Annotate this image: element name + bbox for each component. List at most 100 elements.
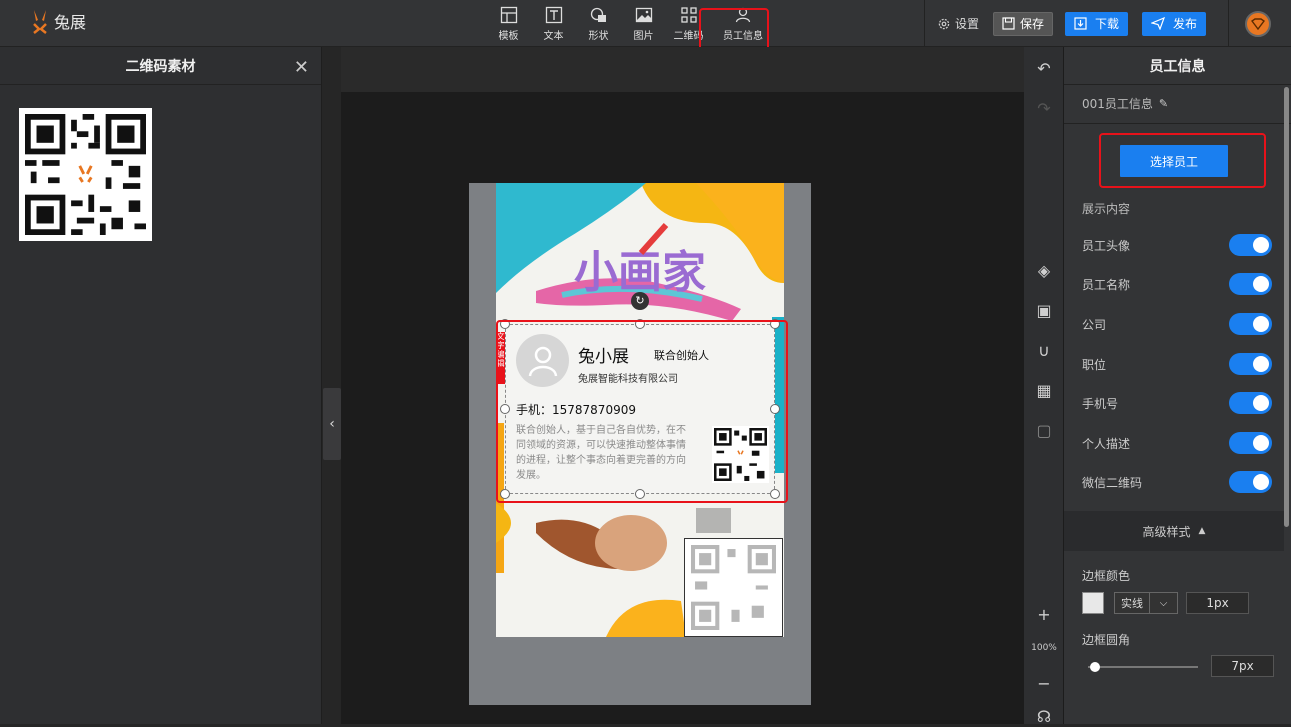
toggle-switch[interactable]: [1229, 273, 1272, 295]
qrcode-material-item[interactable]: [19, 108, 152, 241]
save-button[interactable]: 保存: [992, 11, 1053, 36]
toggle-label: 职位: [1082, 357, 1107, 372]
rotate-handle[interactable]: ↻: [631, 292, 649, 310]
toggle-switch[interactable]: [1229, 313, 1272, 335]
employee-info-panel: 员工信息 001员工信息 ✎ 选择员工 展示内容 员工头像 员工名称 公司 职位…: [1064, 47, 1291, 724]
zoom-out-icon[interactable]: −: [1034, 674, 1054, 694]
toggle-label: 个人描述: [1082, 436, 1131, 451]
section-label: 展示内容: [1082, 202, 1131, 216]
tool-shape[interactable]: 形状: [576, 4, 621, 42]
divider: [923, 0, 925, 47]
tool-image[interactable]: 图片: [621, 4, 666, 42]
chevron-left-icon: ‹: [329, 416, 335, 432]
save-label: 保存: [1019, 17, 1044, 31]
tool-label: 形状: [588, 31, 609, 42]
radius-slider-track[interactable]: [1088, 666, 1198, 668]
pencil-icon[interactable]: ✎: [1159, 97, 1168, 110]
top-actions: 设置 保存 下载 发布: [923, 0, 1291, 47]
text-icon: [545, 6, 562, 24]
tool-template[interactable]: 模板: [486, 4, 531, 42]
border-radius-input[interactable]: 7px: [1211, 655, 1274, 677]
radius-slider-handle[interactable]: [1090, 662, 1100, 672]
user-avatar[interactable]: [1245, 10, 1271, 37]
collapse-panel-button[interactable]: ‹: [323, 388, 341, 460]
divider: [1064, 123, 1291, 124]
poster-qrcode[interactable]: [684, 538, 783, 637]
download-label: 下载: [1094, 17, 1119, 31]
zoom-in-icon[interactable]: +: [1034, 605, 1054, 625]
toggle-label: 公司: [1082, 317, 1107, 332]
panel-title: 员工信息: [1149, 58, 1206, 75]
gear-icon: [938, 18, 950, 29]
tool-text[interactable]: 文本: [531, 4, 576, 42]
highlight-select-button: [1099, 133, 1266, 188]
highlight-employee-card: [496, 320, 788, 503]
toggle-label: 手机号: [1082, 396, 1119, 411]
tool-label: 模板: [498, 31, 519, 42]
toggle-label: 微信二维码: [1082, 475, 1143, 490]
logo[interactable]: 兔展: [30, 8, 86, 34]
border-style-select[interactable]: 实线 ⌵: [1114, 592, 1178, 614]
divider: [1228, 0, 1229, 47]
download-button[interactable]: 下载: [1064, 11, 1128, 36]
tool-label: 文本: [543, 31, 564, 42]
toggle-switch[interactable]: [1229, 392, 1272, 414]
panel-scrollbar[interactable]: [1284, 87, 1289, 527]
toggle-switch[interactable]: [1229, 432, 1272, 454]
border-color-label: 边框颜色: [1082, 569, 1131, 583]
toggle-row-avatar: 员工头像: [1082, 233, 1272, 257]
qrcode-icon: [680, 7, 697, 23]
redo-icon[interactable]: ↷: [1034, 99, 1054, 119]
toggle-row-wechat-qrcode: 微信二维码: [1082, 470, 1272, 494]
toggle-row-phone: 手机号: [1082, 391, 1272, 415]
toggle-switch[interactable]: [1229, 471, 1272, 493]
toggle-row-description: 个人描述: [1082, 431, 1272, 455]
qrcode-image: [25, 114, 146, 235]
settings-button[interactable]: 设置: [937, 15, 979, 32]
layers-icon[interactable]: ◈: [1034, 261, 1054, 281]
toggle-row-company: 公司: [1082, 312, 1272, 336]
toggle-label: 员工名称: [1082, 277, 1131, 292]
undo-icon[interactable]: ↶: [1034, 59, 1054, 79]
toggle-switch[interactable]: [1229, 353, 1272, 375]
advanced-style-toggle[interactable]: 高级样式 ▲: [1064, 511, 1284, 551]
ps-icon[interactable]: ▢: [1034, 421, 1054, 441]
toggle-label: 员工头像: [1082, 238, 1131, 253]
logo-text: 兔展: [54, 13, 87, 32]
chevron-down-icon: ⌵: [1159, 597, 1168, 609]
border-color-swatch[interactable]: [1082, 592, 1104, 614]
frame-icon[interactable]: ▣: [1034, 301, 1054, 321]
border-width-input[interactable]: 1px: [1186, 592, 1249, 614]
border-style-value: 实线: [1115, 593, 1150, 613]
advanced-label: 高级样式: [1142, 524, 1191, 539]
element-name[interactable]: 001员工信息 ✎: [1082, 95, 1168, 112]
template-icon: [500, 6, 517, 24]
avatar-badge-icon: [1251, 17, 1265, 30]
toggle-switch[interactable]: [1229, 234, 1272, 256]
save-icon: [1002, 17, 1015, 30]
toggle-row-position: 职位: [1082, 352, 1272, 376]
element-name-text: 001员工信息: [1082, 97, 1153, 111]
qrcode-materials-panel: 二维码素材 ✕: [0, 47, 322, 724]
toggle-row-name: 员工名称: [1082, 272, 1272, 296]
qrcode-icon: [691, 545, 776, 630]
settings-label: 设置: [954, 17, 979, 31]
image-icon: [635, 7, 652, 23]
panel-header: 二维码素材 ✕: [0, 47, 321, 85]
magnet-icon[interactable]: ∪: [1034, 341, 1054, 361]
tool-label: 图片: [633, 31, 654, 42]
panel-header: 员工信息: [1064, 47, 1291, 85]
caret-up-icon: ▲: [1198, 526, 1206, 536]
close-icon[interactable]: ✕: [294, 57, 309, 78]
publish-button[interactable]: 发布: [1141, 11, 1206, 36]
download-icon: [1074, 17, 1087, 30]
side-toolbar: ↶ ↷ ◈ ▣ ∪ ▦ ▢ + 100% − ☊: [1024, 47, 1064, 727]
headset-icon[interactable]: ☊: [1034, 707, 1054, 727]
canvas-top-strip: [341, 47, 1024, 92]
send-icon: [1150, 17, 1165, 30]
top-bar: 兔展 模板 文本 形状 图片 二维码 员工信息 设置 保存 下载 发布: [0, 0, 1291, 55]
zoom-level: 100%: [1031, 643, 1057, 653]
shape-icon: [590, 7, 606, 22]
grid-icon[interactable]: ▦: [1034, 381, 1054, 401]
publish-label: 发布: [1172, 17, 1197, 31]
